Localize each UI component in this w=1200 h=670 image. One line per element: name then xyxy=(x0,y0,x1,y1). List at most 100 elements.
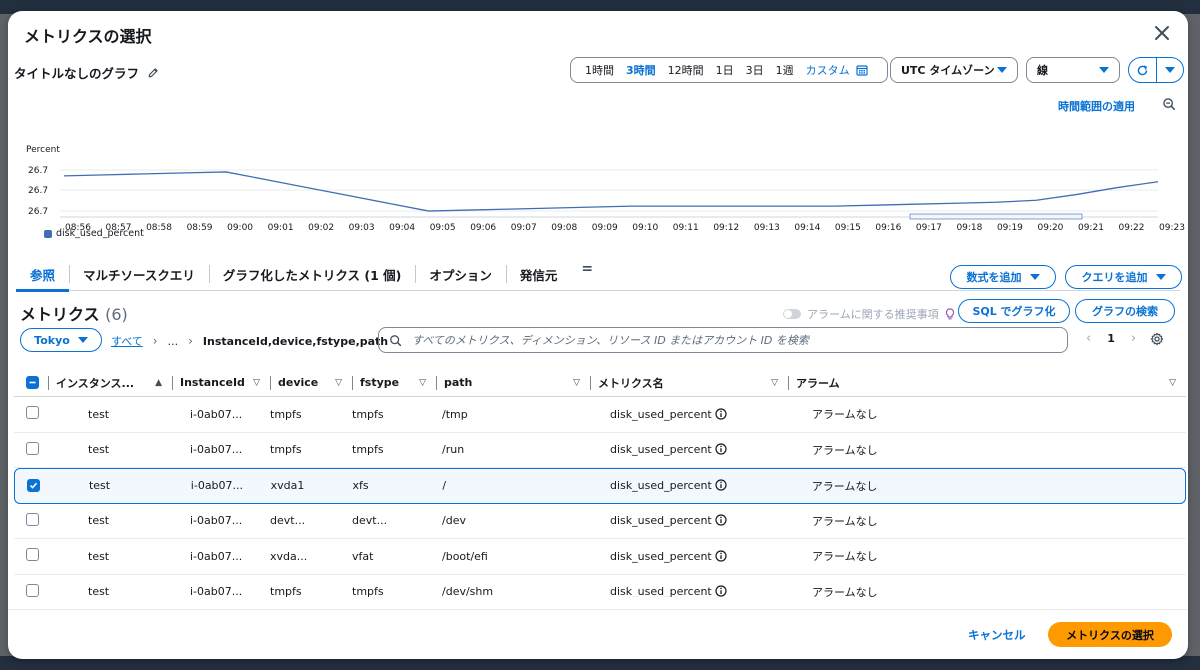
cell-text: i-0ab07... xyxy=(190,585,243,597)
info-icon[interactable] xyxy=(715,443,727,455)
info-icon[interactable] xyxy=(715,585,727,597)
time-range-option[interactable]: 3時間 xyxy=(626,62,656,78)
refresh-button[interactable] xyxy=(1129,58,1156,82)
table-row[interactable]: test i-0ab07... xvda... vfat/boot/efi disk_u… xyxy=(14,539,1186,575)
select-all-checkbox[interactable] xyxy=(26,376,39,389)
time-range-option[interactable]: 3日 xyxy=(746,62,764,78)
lightbulb-icon xyxy=(945,308,954,320)
add-formula-button[interactable]: 数式を追加 xyxy=(950,265,1056,289)
legend-label: disk_used_percent xyxy=(56,228,144,239)
row-checkbox[interactable] xyxy=(27,478,40,492)
column-header-instance-id[interactable]: InstanceId ▽ xyxy=(172,369,270,397)
column-header-device[interactable]: device ▽ xyxy=(270,369,352,397)
region-select-button[interactable]: Tokyo xyxy=(20,328,102,352)
x-tick-label: 09:01 xyxy=(268,223,294,233)
cell-text[interactable]: disk_used_percent xyxy=(610,585,712,597)
sql-graph-button[interactable]: SQL でグラフ化 xyxy=(958,299,1070,323)
alarm-recommendation-toggle[interactable]: アラームに関する推奨事項 xyxy=(783,306,955,322)
column-header-instance-name[interactable]: インスタンス... ▲ xyxy=(48,369,172,397)
cell-text: devt... xyxy=(352,514,388,528)
next-page-icon[interactable]: › xyxy=(1131,331,1136,346)
timezone-value: UTC タイムゾーン xyxy=(901,64,995,77)
pencil-icon[interactable] xyxy=(147,67,159,79)
graph-search-button[interactable]: グラフの検索 xyxy=(1075,299,1175,323)
metrics-search-input[interactable] xyxy=(412,333,1057,347)
cell-instance: i-0ab07... xyxy=(172,549,270,563)
metric-line-chart[interactable]: Percent26.726.726.708:56 08:57 08:58 08:59 0… xyxy=(8,129,1188,239)
metrics-search-box xyxy=(378,327,1068,353)
tab-4[interactable]: 発信元 xyxy=(505,259,572,291)
toggle-switch[interactable] xyxy=(783,309,801,319)
table-row[interactable]: test i-0ab07... tmpfs tmpfs/run disk_used_pe… xyxy=(14,433,1186,468)
row-checkbox[interactable] xyxy=(26,406,39,420)
chart-legend[interactable]: disk_used_percent xyxy=(44,228,144,239)
cell-text: i-0ab07... xyxy=(190,514,243,528)
info-icon[interactable] xyxy=(715,408,727,420)
time-range-option[interactable]: 12時間 xyxy=(668,62,704,78)
tab-2[interactable]: グラフ化したメトリクス (1 個) xyxy=(208,259,415,291)
prev-page-icon[interactable]: ‹ xyxy=(1086,331,1091,346)
time-range-option[interactable]: 1時間 xyxy=(585,62,614,78)
cell-text[interactable]: disk_used_percent xyxy=(610,479,712,493)
timezone-select[interactable]: UTC タイムゾーン xyxy=(890,57,1018,83)
table-row[interactable]: test i-0ab07... tmpfs tmpfs/tmp disk_used_pe… xyxy=(14,397,1186,433)
cell-text: tmpfs xyxy=(270,443,302,457)
tab-1[interactable]: マルチソースクエリ xyxy=(69,259,209,291)
cell-device: tmpfs xyxy=(270,585,352,597)
cell-metric: disk_used_percent xyxy=(590,407,788,421)
table-row[interactable]: test i-0ab07... xvda1 xfs / disk_used_percent… xyxy=(14,468,1186,504)
column-header-path[interactable]: path ▽ xyxy=(436,369,590,397)
cell-text: アラームなし xyxy=(812,585,878,597)
time-range-option[interactable]: 1週 xyxy=(776,62,794,78)
column-header-fstype[interactable]: fstype ▽ xyxy=(352,369,436,397)
cell-alarm: アラームなし xyxy=(788,442,1186,458)
row-checkbox[interactable] xyxy=(26,512,39,526)
info-icon[interactable] xyxy=(715,514,727,526)
tabs-overflow-icon[interactable]: = xyxy=(571,259,603,279)
search-icon xyxy=(390,334,402,346)
select-metrics-button[interactable]: メトリクスの選択 xyxy=(1048,622,1172,647)
row-select-cell xyxy=(14,583,48,597)
graph-title-text: タイトルなしのグラフ xyxy=(14,66,140,81)
table-row[interactable]: test i-0ab07... tmpfs tmpfs/dev/shm disk_use… xyxy=(14,575,1186,597)
cell-text[interactable]: disk_used_percent xyxy=(610,407,712,421)
time-range-option[interactable]: 1日 xyxy=(716,62,734,78)
info-icon[interactable] xyxy=(715,479,727,491)
cell-alarm: アラームなし xyxy=(788,513,1186,529)
table-body: test i-0ab07... tmpfs tmpfs/tmp disk_used_pe… xyxy=(14,397,1186,597)
x-tick-label: 09:03 xyxy=(349,223,375,233)
tab-3[interactable]: オプション xyxy=(415,259,506,291)
info-icon[interactable] xyxy=(715,550,727,562)
calendar-icon[interactable] xyxy=(856,64,868,76)
cell-text[interactable]: disk_used_percent xyxy=(610,443,712,457)
metrics-heading: メトリクス (6) xyxy=(20,301,128,325)
chart-type-select[interactable]: 線 xyxy=(1026,57,1120,83)
cancel-button[interactable]: キャンセル xyxy=(968,627,1026,643)
tab-0[interactable]: 参照 xyxy=(16,259,70,292)
breadcrumb-all-link[interactable]: すべて xyxy=(111,333,143,349)
cell-instance: i-0ab07... xyxy=(172,443,270,457)
row-checkbox[interactable] xyxy=(26,548,39,562)
table-row[interactable]: test i-0ab07... devt... devt... /dev disk_use… xyxy=(14,504,1186,539)
row-checkbox[interactable] xyxy=(26,441,39,455)
apply-time-range-link[interactable]: 時間範囲の適用 xyxy=(1058,98,1135,114)
close-icon[interactable] xyxy=(1150,21,1174,45)
breadcrumb-ellipsis[interactable]: ... xyxy=(168,335,179,348)
column-header-alarm[interactable]: アラーム ▽ xyxy=(788,369,1186,397)
y-tick-label: 26.7 xyxy=(28,207,48,217)
cell-text[interactable]: disk_used_percent xyxy=(610,514,712,528)
current-page[interactable]: 1 xyxy=(1107,332,1115,345)
add-query-button[interactable]: クエリを追加 xyxy=(1065,265,1182,289)
cell-text: test xyxy=(88,443,110,457)
cell-text[interactable]: disk_used_percent xyxy=(610,549,712,563)
gear-icon[interactable] xyxy=(1150,332,1164,346)
x-tick-label: 09:16 xyxy=(875,223,901,233)
x-tick-label: 08:58 xyxy=(146,223,172,233)
graph-title: タイトルなしのグラフ xyxy=(14,63,159,82)
cell-text: アラームなし xyxy=(812,443,878,457)
refresh-interval-dropdown[interactable] xyxy=(1155,58,1184,82)
custom-range-link[interactable]: カスタム xyxy=(806,62,850,78)
zoom-out-icon[interactable] xyxy=(1162,97,1176,111)
column-header-metric-name[interactable]: メトリクス名 ▽ xyxy=(590,369,788,397)
row-checkbox[interactable] xyxy=(26,583,39,597)
